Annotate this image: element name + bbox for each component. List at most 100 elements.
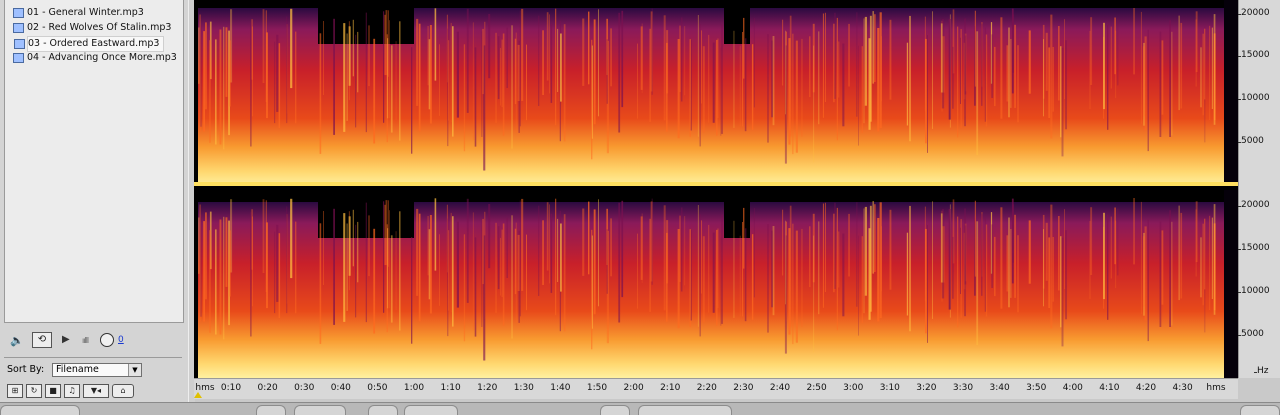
spectral-streak bbox=[697, 205, 699, 327]
spectral-streak bbox=[395, 41, 397, 121]
loop-toggle-button[interactable]: ↻ bbox=[26, 384, 42, 398]
spectral-streak bbox=[274, 231, 276, 314]
spectral-streak bbox=[733, 30, 735, 128]
spectral-streak bbox=[1195, 19, 1197, 87]
spectral-streak bbox=[801, 38, 803, 137]
spectral-streak bbox=[1058, 216, 1060, 291]
spectral-streak bbox=[209, 230, 211, 333]
spectral-streak bbox=[588, 11, 590, 85]
spectral-streak bbox=[1000, 207, 1003, 309]
spectral-streak bbox=[838, 231, 840, 288]
spectral-streak bbox=[488, 14, 491, 79]
spectral-streak bbox=[991, 224, 994, 288]
spectral-streak bbox=[447, 218, 449, 337]
spectral-streak bbox=[203, 221, 205, 322]
spectral-streak bbox=[984, 217, 986, 312]
x-tick: 1:40 bbox=[550, 383, 571, 393]
x-tick: 1:30 bbox=[513, 383, 534, 393]
spectral-streak bbox=[215, 39, 217, 145]
sort-dropdown[interactable]: Filename ▼ bbox=[52, 363, 142, 377]
spectral-streak bbox=[333, 208, 335, 325]
playhead-marker[interactable] bbox=[194, 392, 202, 398]
volume-bars-icon: ıılll bbox=[82, 336, 89, 345]
spectral-streak bbox=[456, 31, 459, 118]
speaker-icon[interactable]: 🔈 bbox=[10, 334, 24, 347]
spectral-streak bbox=[842, 233, 845, 317]
spectral-streak bbox=[744, 38, 747, 132]
y-tick-bottom-5000: 5000 bbox=[1238, 329, 1264, 339]
chevron-down-icon[interactable]: ▼ bbox=[128, 364, 141, 376]
file-list-item[interactable]: 04 - Advancing Once More.mp3 bbox=[13, 51, 181, 65]
file-list-item[interactable]: 02 - Red Wolves Of Stalin.mp3 bbox=[13, 21, 175, 35]
spectral-streak bbox=[909, 15, 911, 142]
spectral-streak bbox=[872, 201, 874, 274]
loop-button[interactable]: ⟲ bbox=[32, 332, 52, 348]
spectral-streak bbox=[481, 31, 483, 137]
spectral-streak bbox=[501, 39, 503, 108]
file-list-item[interactable]: 03 - Ordered Eastward.mp3 bbox=[14, 36, 165, 52]
spectral-streak bbox=[610, 28, 612, 87]
spectral-streak bbox=[1169, 210, 1171, 327]
spectral-streak bbox=[650, 11, 653, 92]
add-files-button[interactable]: ⊞ bbox=[7, 384, 23, 398]
spectral-streak bbox=[383, 11, 385, 123]
spectral-streak bbox=[262, 199, 265, 273]
spectral-streak bbox=[434, 198, 437, 271]
spectral-streak bbox=[1117, 208, 1119, 276]
spectral-streak bbox=[1117, 18, 1119, 86]
volume-knob[interactable] bbox=[100, 333, 114, 347]
spectral-streak bbox=[957, 216, 959, 328]
spectral-streak bbox=[519, 200, 521, 317]
spectral-streak bbox=[519, 10, 521, 127]
spectral-streak bbox=[488, 204, 491, 269]
spectral-streak bbox=[716, 39, 718, 136]
tool-buttons: ⊞ ↻ ■ ♫ ▼◂ ⌂ bbox=[4, 384, 184, 402]
spectral-streak bbox=[343, 213, 346, 322]
spectral-streak bbox=[1114, 17, 1116, 75]
spectral-streak bbox=[618, 202, 621, 323]
spectral-streak bbox=[606, 39, 608, 104]
music-button[interactable]: ♫ bbox=[64, 384, 80, 398]
spectral-streak bbox=[697, 15, 699, 137]
spectral-streak bbox=[357, 31, 359, 93]
spectral-streak bbox=[974, 200, 976, 277]
spectral-streak bbox=[809, 36, 811, 98]
spectral-streak bbox=[1169, 20, 1171, 138]
spectral-streak bbox=[834, 12, 836, 99]
spectral-streak bbox=[215, 229, 217, 335]
spectral-streak bbox=[1140, 201, 1142, 314]
spectral-streak bbox=[506, 27, 508, 88]
spectral-streak bbox=[373, 38, 376, 144]
spectral-streak bbox=[720, 47, 722, 136]
spectral-streak bbox=[333, 18, 335, 135]
file-list-item[interactable]: 01 - General Winter.mp3 bbox=[13, 6, 148, 20]
spectral-streak bbox=[1209, 215, 1211, 311]
spectral-streak bbox=[957, 26, 959, 138]
spectral-streak bbox=[856, 202, 858, 307]
audio-file-icon bbox=[13, 23, 24, 33]
spectral-streak bbox=[502, 223, 505, 326]
x-tick: 3:00 bbox=[843, 383, 864, 393]
spectral-streak bbox=[517, 234, 520, 291]
spectral-streak bbox=[427, 26, 429, 86]
spectral-streak bbox=[684, 26, 686, 96]
spectral-streak bbox=[782, 19, 784, 86]
spectral-streak bbox=[588, 201, 590, 275]
volume-value[interactable]: 0 bbox=[118, 335, 124, 345]
spectral-streak bbox=[286, 16, 288, 124]
spectral-streak bbox=[984, 27, 986, 122]
spectral-streak bbox=[482, 28, 484, 95]
options-button[interactable]: ⌂ bbox=[112, 384, 134, 398]
play-icon[interactable]: ▶ bbox=[62, 334, 70, 345]
stop-button[interactable]: ■ bbox=[45, 384, 61, 398]
spectral-streak bbox=[501, 229, 503, 298]
y-tick-top-5000: 5000 bbox=[1238, 136, 1264, 146]
spectral-streak bbox=[877, 218, 880, 322]
spectral-streak bbox=[1144, 226, 1147, 321]
x-tick: 4:00 bbox=[1062, 383, 1083, 393]
spectral-streak bbox=[1211, 27, 1213, 110]
spectrogram-view[interactable] bbox=[194, 0, 1238, 378]
spectral-streak bbox=[721, 24, 723, 134]
filter-button[interactable]: ▼◂ bbox=[83, 384, 109, 398]
spectral-streak bbox=[684, 216, 686, 286]
